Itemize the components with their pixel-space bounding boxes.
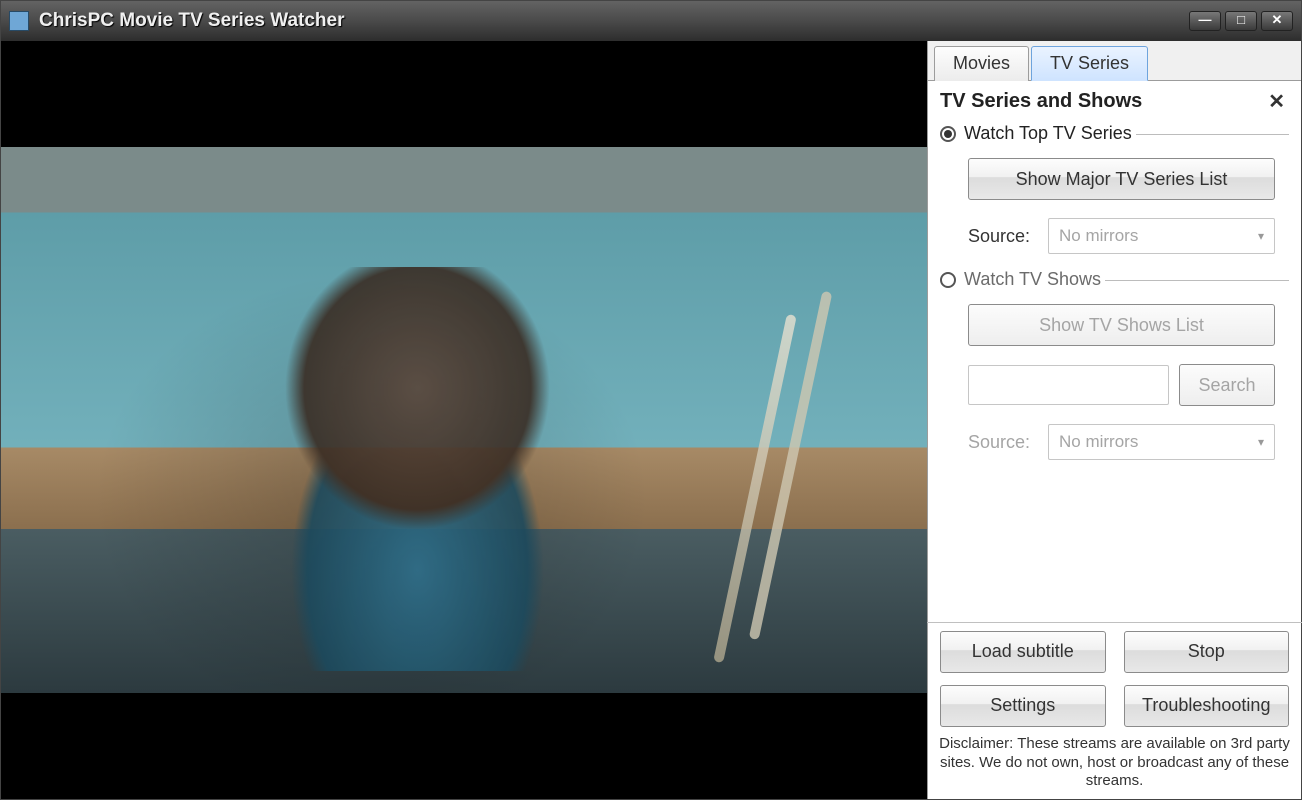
video-player[interactable] xyxy=(1,41,927,799)
disclaimer-text: Disclaimer: These streams are available … xyxy=(928,733,1301,799)
chevron-down-icon: ▾ xyxy=(1258,435,1264,449)
search-row: Search xyxy=(968,364,1275,406)
minimize-button[interactable]: — xyxy=(1189,11,1221,31)
source-select-shows: No mirrors ▾ xyxy=(1048,424,1275,460)
radio-watch-top-tv-series[interactable]: Watch Top TV Series xyxy=(940,123,1136,144)
content-area: Movies TV Series TV Series and Shows ✕ W… xyxy=(1,41,1301,799)
radio-icon xyxy=(940,272,956,288)
radio-label: Watch TV Shows xyxy=(964,269,1101,290)
source-select-value: No mirrors xyxy=(1059,226,1138,246)
group-watch-tv-shows: Watch TV Shows Show TV Shows List Search… xyxy=(940,280,1289,472)
close-button[interactable]: ✕ xyxy=(1261,11,1293,31)
source-select-value: No mirrors xyxy=(1059,432,1138,452)
search-input xyxy=(968,365,1169,405)
source-label: Source: xyxy=(968,226,1038,247)
window-title: ChrisPC Movie TV Series Watcher xyxy=(39,10,1189,32)
radio-label: Watch Top TV Series xyxy=(964,123,1132,144)
app-icon xyxy=(9,11,29,31)
bottom-button-bar: Load subtitle Stop Settings Troubleshoot… xyxy=(928,623,1301,733)
source-row-top: Source: No mirrors ▾ xyxy=(968,218,1275,254)
tab-bar: Movies TV Series xyxy=(928,41,1301,81)
panel-close-icon[interactable]: ✕ xyxy=(1264,89,1289,114)
settings-button[interactable]: Settings xyxy=(940,685,1106,727)
show-tv-shows-list-button: Show TV Shows List xyxy=(968,304,1275,346)
app-window: ChrisPC Movie TV Series Watcher — □ ✕ Mo… xyxy=(0,0,1302,800)
panel-title: TV Series and Shows xyxy=(940,90,1142,113)
tv-series-panel: TV Series and Shows ✕ Watch Top TV Serie… xyxy=(928,81,1301,620)
group-top-content: Show Major TV Series List Source: No mir… xyxy=(940,158,1289,266)
load-subtitle-button[interactable]: Load subtitle xyxy=(940,631,1106,673)
window-controls: — □ ✕ xyxy=(1189,11,1293,31)
troubleshooting-button[interactable]: Troubleshooting xyxy=(1124,685,1290,727)
panel-header: TV Series and Shows ✕ xyxy=(940,89,1289,114)
source-row-shows: Source: No mirrors ▾ xyxy=(968,424,1275,460)
chevron-down-icon: ▾ xyxy=(1258,229,1264,243)
stop-button[interactable]: Stop xyxy=(1124,631,1290,673)
group-watch-top-tv-series: Watch Top TV Series Show Major TV Series… xyxy=(940,134,1289,266)
radio-icon xyxy=(940,126,956,142)
source-select-top[interactable]: No mirrors ▾ xyxy=(1048,218,1275,254)
sidebar: Movies TV Series TV Series and Shows ✕ W… xyxy=(927,41,1301,799)
titlebar: ChrisPC Movie TV Series Watcher — □ ✕ xyxy=(1,1,1301,41)
tab-tv-series[interactable]: TV Series xyxy=(1031,46,1148,81)
group-shows-content: Show TV Shows List Search Source: No mir… xyxy=(940,304,1289,472)
search-button: Search xyxy=(1179,364,1275,406)
tab-movies[interactable]: Movies xyxy=(934,46,1029,81)
maximize-button[interactable]: □ xyxy=(1225,11,1257,31)
video-frame xyxy=(1,147,927,693)
radio-watch-tv-shows[interactable]: Watch TV Shows xyxy=(940,269,1105,290)
source-label: Source: xyxy=(968,432,1038,453)
show-major-tv-series-list-button[interactable]: Show Major TV Series List xyxy=(968,158,1275,200)
